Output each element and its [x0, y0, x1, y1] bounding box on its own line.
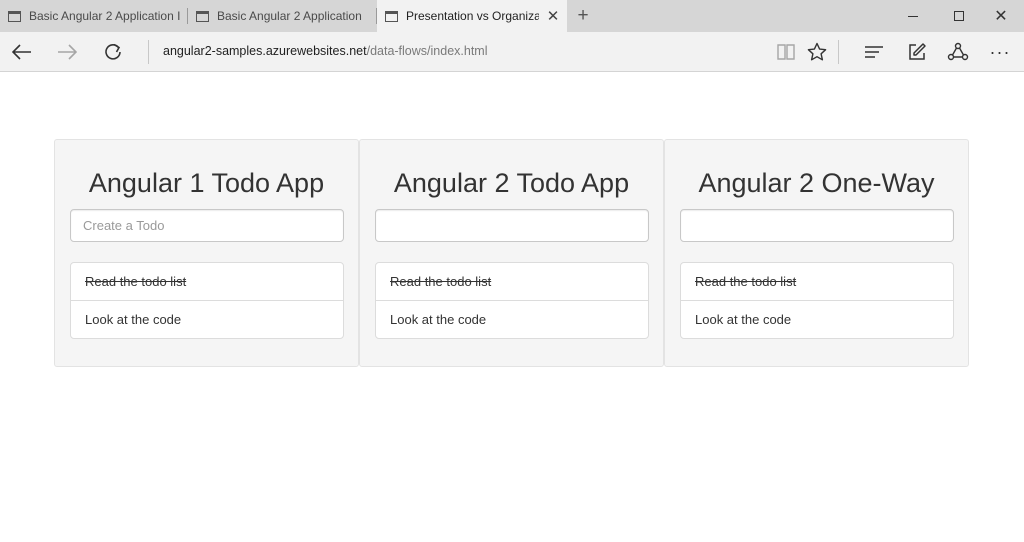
todo-item-read-list[interactable]: Read the todo list [680, 262, 954, 301]
share-button[interactable] [942, 36, 974, 68]
favorite-button[interactable] [801, 36, 833, 68]
url-path: /data-flows/index.html [366, 44, 488, 58]
toolbar-separator [838, 40, 839, 64]
panel-title: Angular 2 One-Way [698, 168, 935, 198]
todo-list: Read the todo list Look at the code [680, 262, 954, 339]
close-icon[interactable]: ✕ [545, 8, 561, 25]
page-icon [196, 10, 209, 22]
panel-title: Angular 1 Todo App [88, 168, 325, 198]
address-separator [148, 40, 149, 64]
tab-strip: Basic Angular 2 Application I Basic Angu… [0, 0, 1024, 32]
todo-item-look-code[interactable]: Look at the code [680, 300, 954, 339]
tab-title: Basic Angular 2 Application I [29, 9, 181, 23]
create-todo-input[interactable] [680, 209, 954, 242]
todo-list: Read the todo list Look at the code [375, 262, 649, 339]
back-button[interactable] [6, 36, 38, 68]
todo-list: Read the todo list Look at the code [70, 262, 344, 339]
page-icon [8, 10, 21, 22]
refresh-button[interactable] [97, 36, 129, 68]
hub-button[interactable] [859, 36, 891, 68]
tab-basic-angular-2-app-2[interactable]: Basic Angular 2 Application [188, 0, 377, 32]
new-tab-button[interactable]: + [571, 4, 595, 28]
url-host: angular2-samples.azurewebsites.net [163, 44, 367, 58]
tab-title: Presentation vs Organiza [406, 9, 539, 23]
angular2-todo-panel: Angular 2 Todo App Read the todo list Lo… [359, 139, 664, 367]
web-note-button[interactable] [901, 36, 933, 68]
arrow-left-icon [12, 44, 31, 60]
reading-view-button[interactable] [770, 36, 802, 68]
pen-note-icon [909, 43, 926, 60]
forward-button[interactable] [51, 36, 83, 68]
hub-icon [865, 46, 883, 58]
angular2-one-way-panel: Angular 2 One-Way Read the todo list Loo… [664, 139, 969, 367]
close-window-button[interactable]: ✕ [978, 0, 1024, 32]
todo-item-look-code[interactable]: Look at the code [70, 300, 344, 339]
share-icon [947, 42, 969, 61]
more-button[interactable]: ··· [984, 36, 1016, 68]
todo-item-look-code[interactable]: Look at the code [375, 300, 649, 339]
maximize-icon [954, 11, 964, 21]
todo-item-read-list[interactable]: Read the todo list [375, 262, 649, 301]
tab-basic-angular-2-app-1[interactable]: Basic Angular 2 Application I [0, 0, 188, 32]
todo-item-read-list[interactable]: Read the todo list [70, 262, 344, 301]
page-icon [385, 10, 398, 22]
star-icon [807, 42, 827, 61]
refresh-icon [105, 43, 121, 60]
create-todo-input[interactable] [70, 209, 344, 242]
tab-title: Basic Angular 2 Application [217, 9, 362, 23]
maximize-button[interactable] [936, 0, 982, 32]
create-todo-input[interactable] [375, 209, 649, 242]
navigation-bar: angular2-samples.azurewebsites.net/data-… [0, 32, 1024, 72]
angular1-todo-panel: Angular 1 Todo App Read the todo list Lo… [54, 139, 359, 367]
plus-icon: + [577, 5, 589, 26]
minimize-button[interactable] [890, 0, 936, 32]
panel-title: Angular 2 Todo App [393, 168, 630, 198]
more-icon: ··· [989, 41, 1011, 62]
tab-presentation-vs-organization[interactable]: Presentation vs Organiza ✕ [377, 0, 567, 32]
address-bar[interactable]: angular2-samples.azurewebsites.net/data-… [163, 44, 487, 58]
close-icon: ✕ [994, 8, 1008, 25]
arrow-right-icon [58, 44, 77, 60]
minimize-icon [908, 15, 918, 17]
book-icon [777, 44, 795, 60]
